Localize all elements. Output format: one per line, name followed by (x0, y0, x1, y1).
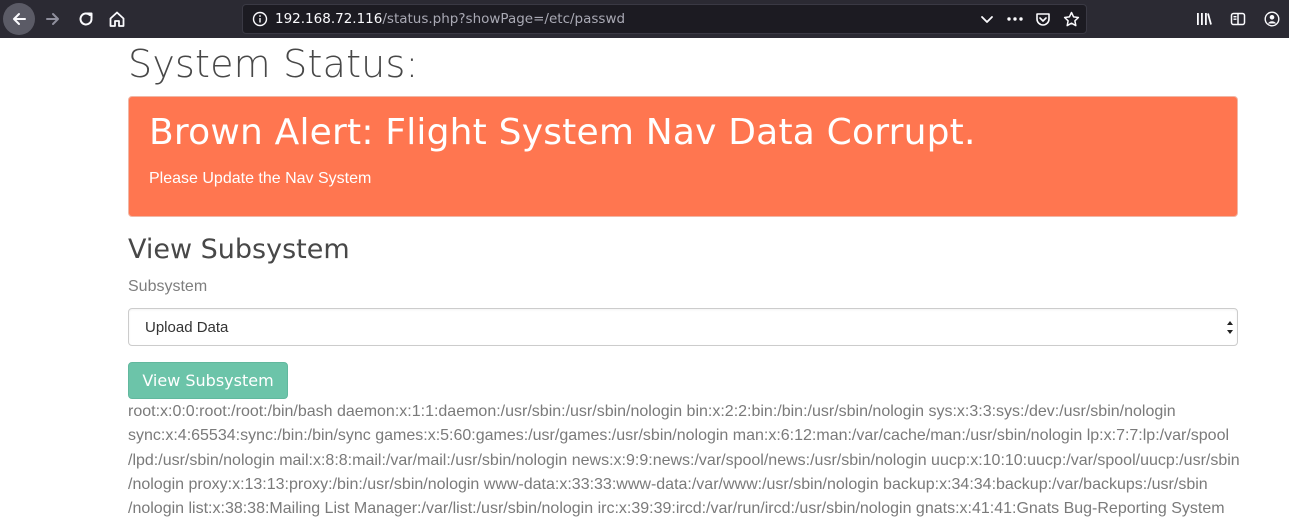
toolbar-right (1193, 8, 1283, 30)
alert-title: Brown Alert: Flight System Nav Data Corr… (149, 112, 976, 153)
select-arrow-icon (1227, 321, 1233, 334)
output-line: /lpd:/usr/sbin/nologin mail:x:8:8:mail:/… (128, 451, 1240, 469)
alert-banner: Brown Alert: Flight System Nav Data Corr… (128, 96, 1238, 217)
sidebar-icon[interactable] (1227, 8, 1249, 30)
url-path: /status.php?showPage=/etc/passwd (382, 11, 626, 27)
output-line: /nologin list:x:38:38:Mailing List Manag… (128, 500, 1225, 518)
back-arrow-icon (13, 13, 26, 25)
reload-button[interactable] (70, 3, 102, 35)
more-dots-icon[interactable] (1004, 8, 1026, 30)
reload-icon (79, 12, 93, 26)
select-value: Upload Data (145, 319, 229, 336)
url-bar-actions (976, 8, 1082, 30)
info-icon[interactable] (252, 11, 268, 32)
home-button[interactable] (101, 3, 133, 35)
alert-text: Please Update the Nav System (149, 170, 372, 187)
account-icon[interactable] (1261, 8, 1283, 30)
pocket-icon[interactable] (1032, 8, 1054, 30)
url-text[interactable]: 192.168.72.116/status.php?showPage=/etc/… (275, 11, 625, 27)
bookmark-star-icon[interactable] (1060, 8, 1082, 30)
output-line: sync:x:4:65534:sync:/bin:/bin/sync games… (128, 427, 1230, 445)
subsystem-heading: View Subsystem (128, 234, 350, 265)
home-icon (109, 11, 125, 27)
subsystem-select[interactable]: Upload Data (128, 308, 1238, 346)
forward-button[interactable] (37, 3, 69, 35)
output-line: root:x:0:0:root:/root:/bin/bash daemon:x… (128, 403, 1176, 420)
library-icon[interactable] (1193, 8, 1215, 30)
chevron-down-icon[interactable] (976, 8, 998, 30)
forward-arrow-icon (46, 13, 59, 25)
back-button[interactable] (3, 3, 35, 35)
file-output: root:x:0:0:root:/root:/bin/bash daemon:x… (128, 400, 1240, 521)
url-bar[interactable]: 192.168.72.116/status.php?showPage=/etc/… (242, 4, 1087, 34)
output-line: /nologin proxy:x:13:13:proxy:/bin:/usr/s… (128, 475, 1208, 493)
view-subsystem-button[interactable]: View Subsystem (128, 362, 288, 399)
url-host: 192.168.72.116 (275, 11, 383, 27)
browser-toolbar: 192.168.72.116/status.php?showPage=/etc/… (0, 0, 1289, 38)
subsystem-label: Subsystem (128, 278, 208, 295)
page-title: System Status: (128, 42, 419, 86)
